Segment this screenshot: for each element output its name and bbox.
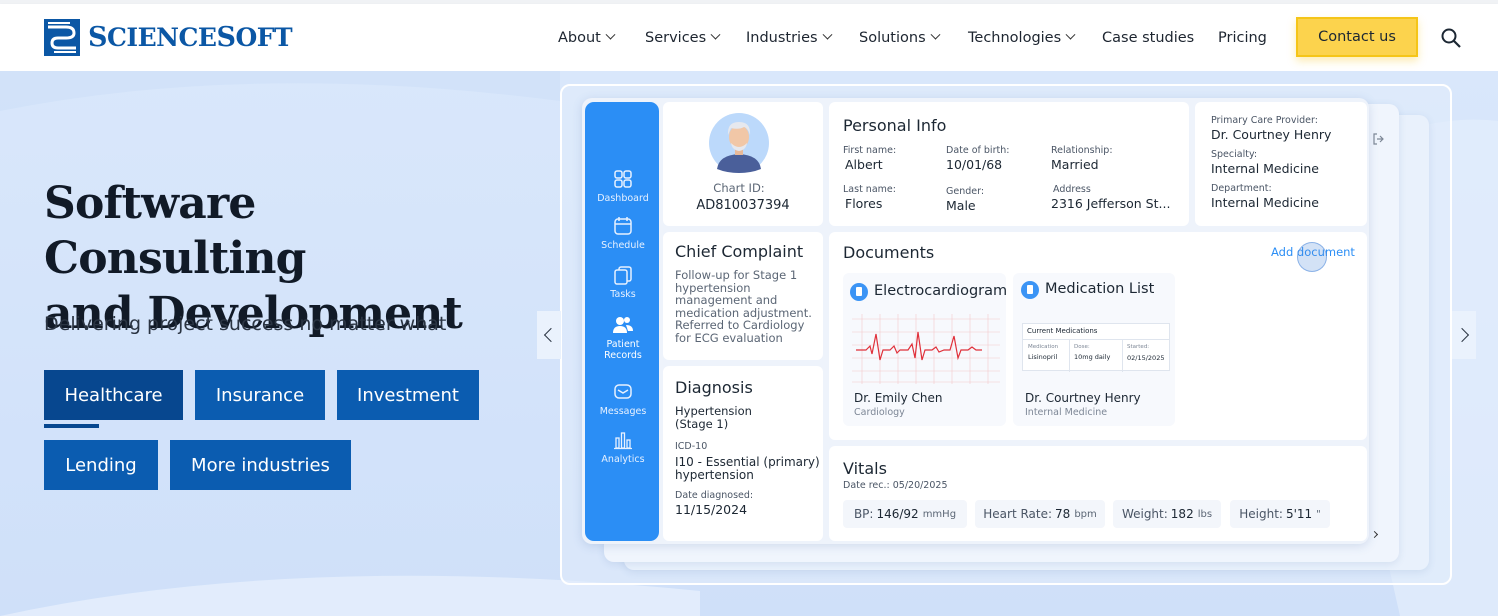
department-label: Department: [1211, 183, 1272, 194]
nav-about[interactable]: About [558, 4, 616, 71]
document-department: Cardiology [854, 407, 905, 418]
document-icon [1021, 281, 1039, 299]
chief-complaint-title: Chief Complaint [675, 242, 804, 261]
sidebar-item-messages[interactable]: Messages [585, 381, 661, 417]
relationship-value: Married [1051, 157, 1099, 172]
vitals-title: Vitals [843, 459, 887, 478]
sidebar-item-patient-records[interactable]: Patient Records [585, 314, 661, 361]
med-col-medication: Medication [1028, 344, 1059, 350]
document-icon [850, 283, 868, 301]
document-doctor: Dr. Emily Chen [854, 391, 943, 405]
industry-lending-button[interactable]: Lending [44, 440, 158, 490]
icd-label: ICD-10 [675, 441, 708, 452]
vitals-date: Date rec.: 05/20/2025 [843, 480, 948, 491]
nav-services[interactable]: Services [645, 4, 721, 71]
industry-investment-button[interactable]: Investment [337, 370, 479, 420]
chevron-down-icon [710, 29, 721, 40]
chevron-down-icon [930, 29, 941, 40]
nav-pricing[interactable]: Pricing [1218, 4, 1267, 71]
carousel-next-button[interactable] [1452, 311, 1476, 359]
first-name-label: First name: [843, 145, 897, 156]
icd-value: I10 - Essential (primary) hypertension [675, 455, 820, 482]
industry-healthcare-button[interactable]: Healthcare [44, 370, 183, 420]
ecg-thumbnail [852, 314, 1000, 384]
vital-bp: BP: 146/92 mmHg [843, 500, 967, 528]
carousel-prev-button[interactable] [537, 311, 561, 359]
messages-icon [614, 384, 632, 399]
department-value: Internal Medicine [1211, 195, 1319, 210]
med-row-started: 02/15/2025 [1127, 354, 1165, 362]
document-doctor: Dr. Courtney Henry [1025, 391, 1141, 405]
analytics-icon [614, 432, 632, 450]
nav-solutions[interactable]: Solutions [859, 4, 941, 71]
gender-value: Male [946, 198, 976, 213]
contact-us-button[interactable]: Contact us [1296, 17, 1418, 57]
sidebar-item-dashboard[interactable]: Dashboard [585, 168, 661, 204]
calendar-icon [614, 217, 632, 235]
more-industries-button[interactable]: More industries [170, 440, 351, 490]
personal-info-title: Personal Info [843, 116, 947, 135]
pcp-label: Primary Care Provider: [1211, 115, 1318, 126]
nav-industries[interactable]: Industries [746, 4, 833, 71]
dob-value: 10/01/68 [946, 157, 1003, 172]
med-col-started: Started: [1127, 344, 1150, 350]
med-col-dose: Dose: [1074, 344, 1090, 350]
logo-wordmark: SCIENCESOFT [88, 21, 293, 53]
chart-id-label: Chart ID: [713, 181, 765, 195]
document-title: Electrocardiogram [874, 283, 1008, 299]
chart-id-value: AD810037394 [696, 198, 790, 213]
document-department: Internal Medicine [1025, 407, 1108, 418]
hero-subtitle: Delivering project success no matter wha… [44, 313, 447, 335]
diagnosis-name: Hypertension (Stage 1) [675, 404, 752, 431]
site-header: SCIENCESOFT About Services Industries So… [0, 4, 1498, 71]
logo[interactable]: SCIENCESOFT [44, 18, 293, 56]
patient-avatar [709, 113, 769, 173]
nav-technologies[interactable]: Technologies [968, 4, 1076, 71]
chevron-down-icon [1065, 29, 1076, 40]
document-title: Medication List [1045, 281, 1155, 297]
cursor-click-indicator [1297, 242, 1327, 272]
sidebar-item-tasks[interactable]: Tasks [585, 264, 661, 300]
relationship-label: Relationship: [1051, 145, 1113, 156]
med-row-dose: 10mg daily [1074, 353, 1111, 361]
specialty-label: Specialty: [1211, 149, 1258, 160]
logout-icon[interactable] [1372, 133, 1384, 145]
search-icon[interactable] [1440, 27, 1462, 49]
sciencesoft-logo-icon [44, 18, 80, 56]
vital-heart-rate: Heart Rate: 78 bpm [975, 500, 1105, 528]
med-row-name: Lisinopril [1028, 353, 1058, 361]
documents-title: Documents [843, 243, 935, 262]
address-label: Address [1053, 184, 1091, 195]
specialty-value: Internal Medicine [1211, 161, 1319, 176]
first-name-value: Albert [845, 157, 883, 172]
vital-height: Height: 5'11 " [1230, 500, 1330, 528]
sidebar-item-analytics[interactable]: Analytics [585, 429, 661, 465]
address-value: 2316 Jefferson St... [1051, 196, 1171, 211]
date-diagnosed-label: Date diagnosed: [675, 490, 754, 501]
sidebar-item-schedule[interactable]: Schedule [585, 215, 661, 251]
chevron-down-icon [605, 29, 616, 40]
last-name-label: Last name: [843, 184, 896, 195]
tasks-icon [614, 266, 632, 285]
industry-insurance-button[interactable]: Insurance [195, 370, 325, 420]
pcp-value: Dr. Courtney Henry [1211, 127, 1332, 142]
gender-label: Gender: [946, 186, 985, 197]
medication-table-thumbnail: Current Medications Medication Dose: Sta… [1022, 323, 1170, 372]
active-indicator [44, 424, 99, 428]
chief-complaint-text: Follow-up for Stage 1 hypertension manag… [675, 268, 812, 345]
nav-case-studies[interactable]: Case studies [1102, 4, 1194, 71]
vital-weight: Weight: 182 lbs [1113, 500, 1221, 528]
dob-label: Date of birth: [946, 145, 1010, 156]
last-name-value: Flores [845, 196, 883, 211]
diagnosis-title: Diagnosis [675, 378, 753, 397]
grid-icon [614, 170, 632, 188]
patients-icon [613, 317, 633, 333]
date-diagnosed-value: 11/15/2024 [675, 502, 748, 517]
chevron-down-icon [822, 29, 833, 40]
med-table-title: Current Medications [1027, 327, 1098, 335]
